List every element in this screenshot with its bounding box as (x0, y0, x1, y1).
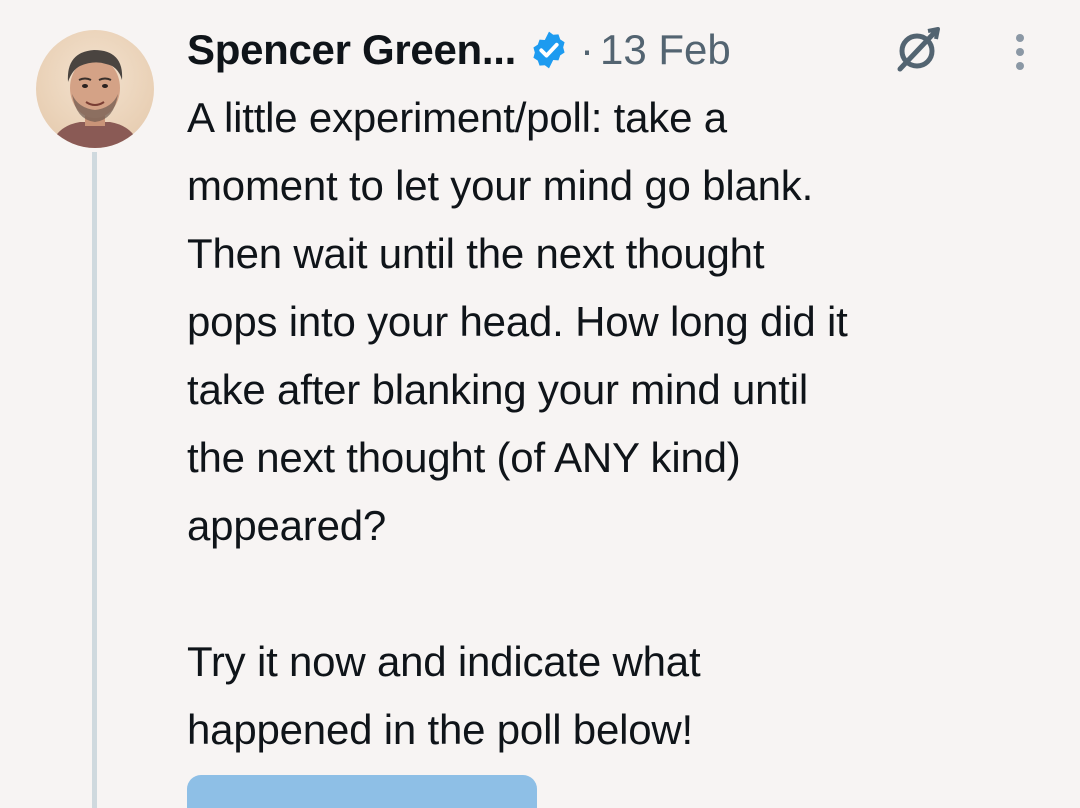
post-date[interactable]: 13 Feb (600, 26, 731, 74)
user-avatar-photo-icon (50, 50, 140, 148)
thread-connector-line (92, 152, 97, 808)
more-vertical-icon[interactable] (1006, 30, 1034, 74)
header-separator: · (580, 26, 595, 73)
avatar[interactable] (36, 30, 154, 148)
verified-badge-icon[interactable] (528, 29, 570, 71)
grok-icon[interactable] (890, 22, 946, 78)
author-display-name[interactable]: Spencer Green... (187, 26, 516, 74)
tweet-body-text: A little experiment/poll: take a moment … (187, 94, 848, 753)
poll-option-bar[interactable] (187, 775, 537, 808)
